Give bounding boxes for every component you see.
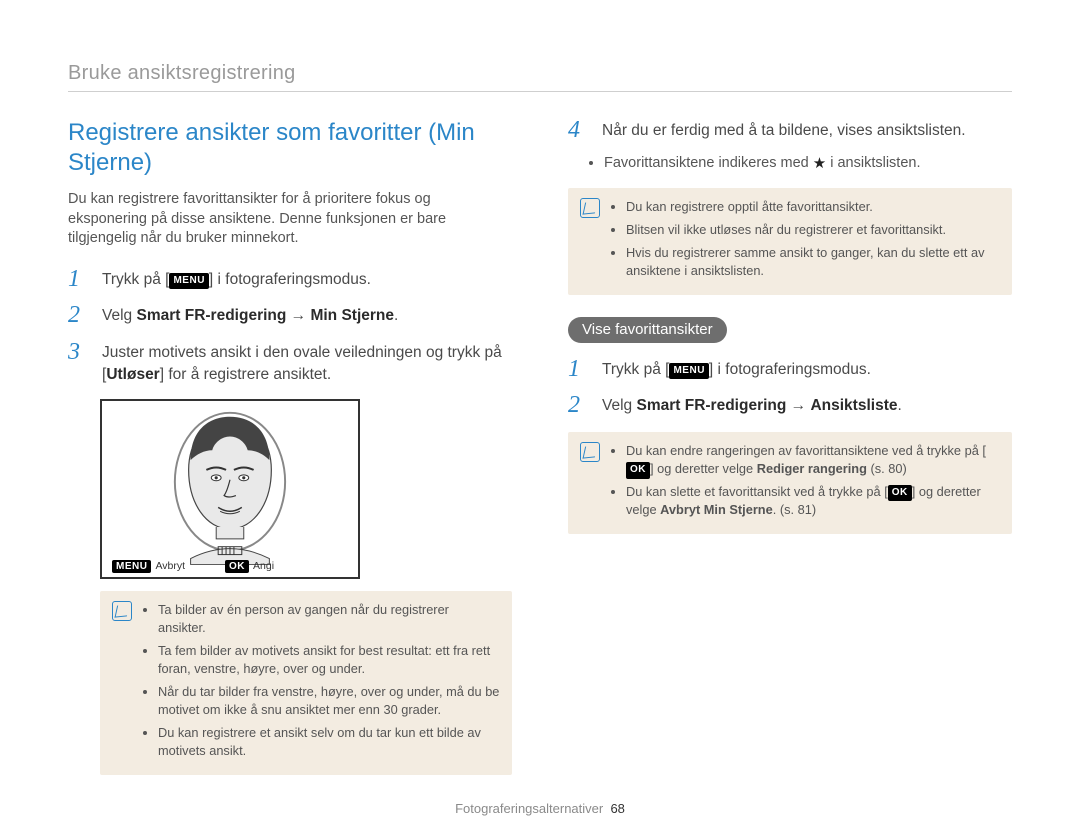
step-number: 1 xyxy=(568,357,588,381)
step-text: Trykk på [MENU] i fotograferingsmodus. xyxy=(602,357,871,381)
illustration-footer: MENUAvbryt OKAngi xyxy=(102,560,358,573)
note-item: Ta fem bilder av motivets ansikt for bes… xyxy=(158,642,500,679)
ok-button-label: OK xyxy=(888,485,912,502)
step-text: Velg Smart FR-redigering → Ansiktsliste. xyxy=(602,393,902,417)
note-icon xyxy=(580,442,600,462)
note-item: Når du tar bilder fra venstre, høyre, ov… xyxy=(158,683,500,720)
step-1b: 1 Trykk på [MENU] i fotograferingsmodus. xyxy=(568,357,1012,381)
face-illustration: MENUAvbryt OKAngi xyxy=(100,399,360,579)
note-item: Blitsen vil ikke utløses når du registre… xyxy=(626,221,1000,240)
section-title: Registrere ansikter som favoritter (Min … xyxy=(68,118,512,178)
step-1: 1 Trykk på [MENU] i fotograferingsmodus. xyxy=(68,267,512,291)
star-icon: ★ xyxy=(813,155,826,172)
subsection-pill: Vise favorittansikter xyxy=(568,317,727,343)
page-footer: Fotograferingsalternativer 68 xyxy=(68,801,1012,816)
step-3: 3 Juster motivets ansikt i den ovale vei… xyxy=(68,340,512,387)
footer-section: Fotograferingsalternativer xyxy=(455,801,603,816)
note-item: Hvis du registrerer samme ansikt to gang… xyxy=(626,244,1000,281)
note-item: Du kan registrere et ansikt selv om du t… xyxy=(158,724,500,761)
steps-list: 1 Trykk på [MENU] i fotograferingsmodus.… xyxy=(68,267,512,387)
sub-item: Favorittansiktene indikeres med ★ i ansi… xyxy=(604,154,1012,172)
sub-bullets: Favorittansiktene indikeres med ★ i ansi… xyxy=(586,154,1012,172)
breadcrumb: Bruke ansiktsregistrering xyxy=(68,62,1012,92)
manual-page: Bruke ansiktsregistrering Registrere ans… xyxy=(0,0,1080,836)
left-column: Registrere ansikter som favoritter (Min … xyxy=(68,118,512,775)
step-text: Juster motivets ansikt i den ovale veile… xyxy=(102,340,512,387)
ok-button-label: OK xyxy=(626,462,650,479)
note-box: Ta bilder av én person av gangen når du … xyxy=(100,591,512,775)
menu-button-label: MENU xyxy=(169,273,208,290)
note-list: Du kan endre rangeringen av favorittansi… xyxy=(610,442,1000,524)
right-column: 4 Når du er ferdig med å ta bildene, vis… xyxy=(568,118,1012,775)
menu-button-label: MENU xyxy=(669,363,708,380)
note-list: Ta bilder av én person av gangen når du … xyxy=(142,601,500,765)
step-2: 2 Velg Smart FR-redigering → Min Stjerne… xyxy=(68,303,512,327)
note-item: Du kan endre rangeringen av favorittansi… xyxy=(626,442,1000,479)
step-text: Velg Smart FR-redigering → Min Stjerne. xyxy=(102,303,398,327)
note-box: Du kan endre rangeringen av favorittansi… xyxy=(568,432,1012,534)
note-item: Ta bilder av én person av gangen når du … xyxy=(158,601,500,638)
step-2b: 2 Velg Smart FR-redigering → Ansiktslist… xyxy=(568,393,1012,417)
note-icon xyxy=(112,601,132,621)
step-number: 4 xyxy=(568,118,588,142)
steps-list: 4 Når du er ferdig med å ta bildene, vis… xyxy=(568,118,1012,142)
step-number: 3 xyxy=(68,340,88,387)
step-text: Trykk på [MENU] i fotograferingsmodus. xyxy=(102,267,371,291)
step-text: Når du er ferdig med å ta bildene, vises… xyxy=(602,118,966,142)
note-item: Du kan slette et favorittansikt ved å tr… xyxy=(626,483,1000,520)
columns: Registrere ansikter som favoritter (Min … xyxy=(68,118,1012,775)
page-number: 68 xyxy=(610,801,624,816)
illustration-wrap: MENUAvbryt OKAngi xyxy=(100,399,512,579)
note-icon xyxy=(580,198,600,218)
intro-text: Du kan registrere favorittansikter for å… xyxy=(68,190,512,249)
step-4: 4 Når du er ferdig med å ta bildene, vis… xyxy=(568,118,1012,142)
ok-button-label: OK xyxy=(225,560,249,573)
note-box: Du kan registrere opptil åtte favorittan… xyxy=(568,188,1012,294)
steps-list-2: 1 Trykk på [MENU] i fotograferingsmodus.… xyxy=(568,357,1012,418)
step-number: 1 xyxy=(68,267,88,291)
step-number: 2 xyxy=(568,393,588,417)
step-number: 2 xyxy=(68,303,88,327)
menu-button-label: MENU xyxy=(112,560,151,573)
note-item: Du kan registrere opptil åtte favorittan… xyxy=(626,198,1000,217)
note-list: Du kan registrere opptil åtte favorittan… xyxy=(610,198,1000,284)
